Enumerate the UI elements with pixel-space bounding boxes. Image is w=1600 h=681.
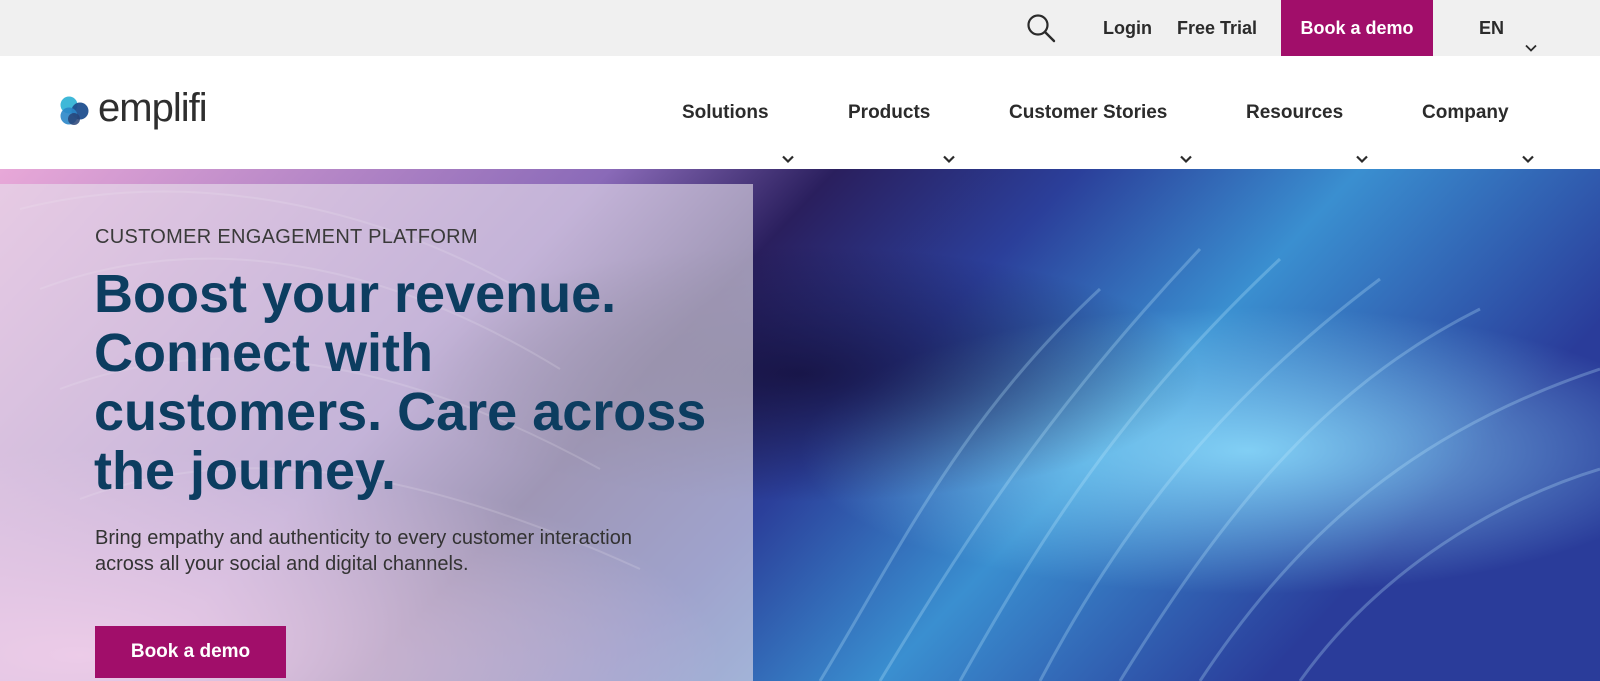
nav-item-label: Resources	[1246, 102, 1344, 123]
chevron-down-icon	[942, 104, 956, 164]
nav-item-label: Customer Stories	[1009, 102, 1168, 123]
nav-item-company[interactable]: Company	[1422, 56, 1535, 169]
language-selector[interactable]: EN	[1479, 0, 1537, 56]
logo-text: emplifi	[98, 86, 208, 130]
chevron-down-icon	[1524, 21, 1538, 52]
free-trial-link[interactable]: Free Trial	[1177, 0, 1257, 56]
hero-eyebrow: CUSTOMER ENGAGEMENT PLATFORM	[95, 226, 478, 248]
nav-item-products[interactable]: Products	[848, 56, 956, 169]
nav-item-label: Solutions	[682, 102, 769, 123]
hero-title: Boost your revenue. Connect with custome…	[94, 264, 707, 501]
nav-item-solutions[interactable]: Solutions	[682, 56, 795, 169]
utility-bar: Login Free Trial Book a demo EN	[0, 0, 1600, 56]
logo-mark-icon	[58, 92, 92, 132]
language-label: EN	[1479, 18, 1505, 38]
chevron-down-icon	[1521, 104, 1535, 164]
hero-subtitle: Bring empathy and authenticity to every …	[95, 527, 632, 575]
login-link[interactable]: Login	[1103, 0, 1152, 56]
nav-item-label: Products	[848, 102, 931, 123]
chevron-down-icon	[781, 104, 795, 164]
chevron-down-icon	[1355, 104, 1369, 164]
main-header: emplifi Solutions Products Customer Stor…	[0, 56, 1600, 169]
nav-item-label: Company	[1422, 102, 1509, 123]
book-demo-button-hero[interactable]: Book a demo	[95, 626, 286, 678]
search-icon[interactable]	[1026, 13, 1056, 43]
chevron-down-icon	[1179, 104, 1193, 164]
nav-item-resources[interactable]: Resources	[1246, 56, 1369, 169]
hero-section: CUSTOMER ENGAGEMENT PLATFORM Boost your …	[0, 169, 1600, 681]
book-demo-button-top[interactable]: Book a demo	[1281, 0, 1433, 56]
nav-item-customer-stories[interactable]: Customer Stories	[1009, 56, 1193, 169]
